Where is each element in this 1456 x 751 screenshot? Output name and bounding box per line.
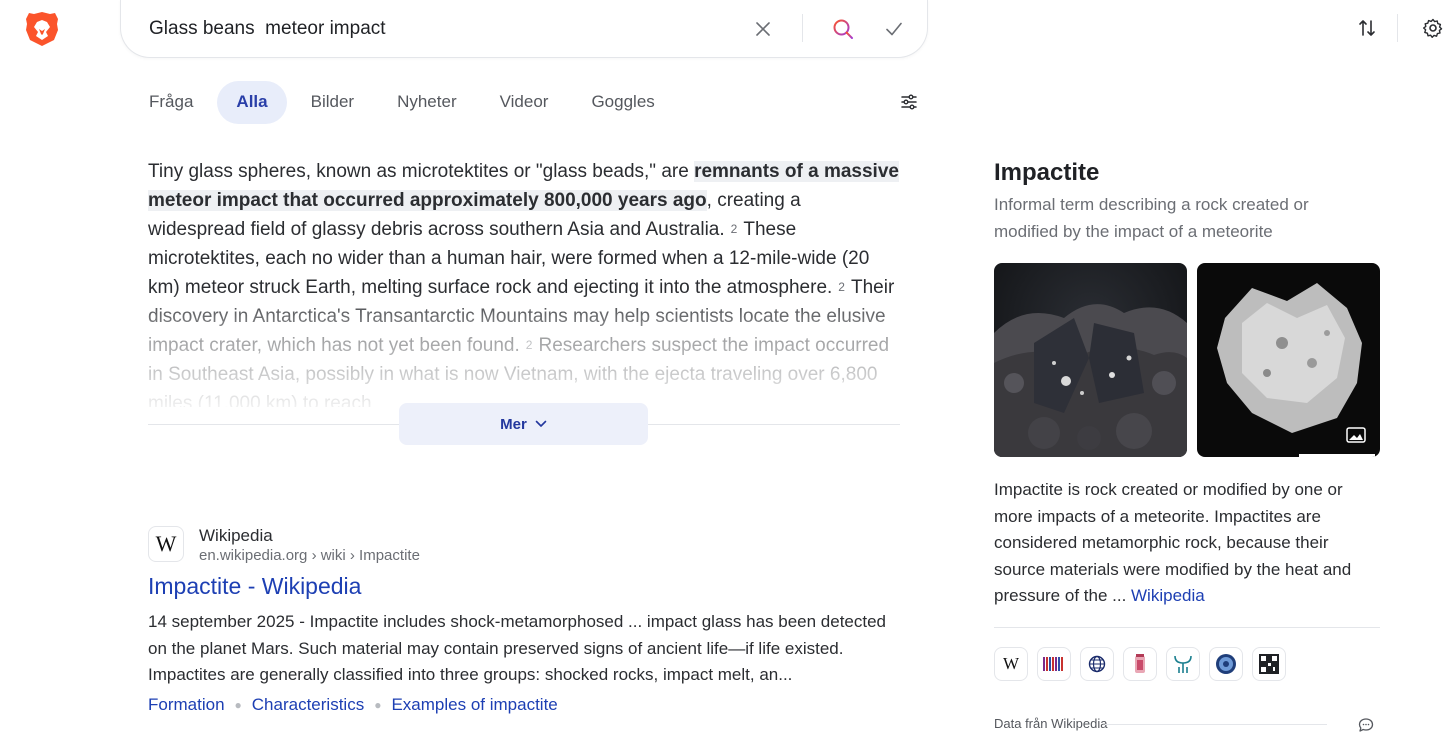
answer-intro: Tiny glass spheres, known as microtektit…	[148, 161, 695, 182]
result-snippet: 14 september 2025 - Impactite includes s…	[148, 612, 887, 684]
qr-code-icon	[1259, 654, 1279, 674]
gear-icon	[1423, 18, 1443, 38]
library-barcode-icon	[1043, 657, 1063, 671]
source-archive[interactable]	[1123, 647, 1157, 681]
tab-ask[interactable]: Fråga	[130, 81, 212, 124]
search-divider	[802, 14, 803, 42]
feedback-button[interactable]	[1357, 716, 1375, 734]
separator-dot: ●	[374, 698, 382, 712]
result-url[interactable]: en.wikipedia.org › wiki › Impactite	[199, 547, 420, 564]
globe-icon	[1088, 655, 1106, 673]
toolbar-divider	[1397, 14, 1398, 42]
result-title-link[interactable]: Impactite - Wikipedia	[148, 573, 361, 600]
source-wikipedia[interactable]: W	[994, 647, 1028, 681]
tab-images[interactable]: Bilder	[292, 81, 373, 124]
search-icon	[833, 19, 853, 39]
source-database[interactable]	[1209, 647, 1243, 681]
search-button[interactable]	[830, 16, 856, 42]
image-gallery-icon[interactable]	[1346, 427, 1366, 443]
wikipedia-link[interactable]: Wikipedia	[1131, 586, 1205, 605]
database-icon	[1216, 654, 1236, 674]
brave-lion-icon	[26, 12, 58, 46]
citation-ref[interactable]: 2	[520, 338, 539, 352]
deeplink-examples[interactable]: Examples of impactite	[391, 695, 557, 715]
chat-bubble-icon	[1358, 718, 1374, 732]
brave-logo[interactable]	[24, 10, 60, 48]
tab-all[interactable]: Alla	[217, 80, 287, 124]
settings-button[interactable]	[1421, 16, 1445, 40]
rock-photo	[994, 263, 1187, 457]
source-library[interactable]	[1037, 647, 1071, 681]
search-box	[120, 0, 928, 58]
sliders-icon	[901, 94, 917, 110]
archive-jar-icon	[1135, 654, 1145, 673]
profile-links: W	[994, 647, 1295, 681]
ai-answer: Tiny glass spheres, known as microtektit…	[148, 157, 900, 407]
sort-arrows-icon	[1359, 20, 1375, 36]
tab-news[interactable]: Nyheter	[378, 81, 476, 124]
search-tabs: Fråga Alla Bilder Nyheter Videor Goggles	[130, 80, 679, 124]
deeplink-characteristics[interactable]: Characteristics	[252, 695, 364, 715]
image-carousel-indicator	[1299, 454, 1375, 457]
knowledge-panel-description: Impactite is rock created or modified by…	[994, 477, 1379, 610]
answer-text: Tiny glass spheres, known as microtektit…	[148, 157, 900, 407]
close-icon	[756, 22, 770, 36]
source-qr[interactable]	[1252, 647, 1286, 681]
tab-goggles[interactable]: Goggles	[572, 81, 673, 124]
impactite-image-2[interactable]	[1197, 263, 1380, 457]
source-antenna[interactable]	[1166, 647, 1200, 681]
result-site-name[interactable]: Wikipedia	[199, 526, 273, 546]
impactite-image-1[interactable]	[994, 263, 1187, 457]
show-more-button[interactable]: Mer	[399, 403, 648, 445]
clear-search-button[interactable]	[750, 16, 776, 42]
tab-videos[interactable]: Videor	[481, 81, 568, 124]
search-input[interactable]	[149, 14, 729, 44]
wikipedia-favicon[interactable]: W	[148, 526, 184, 562]
citation-ref[interactable]: 2	[725, 222, 744, 236]
show-more-label: Mer	[500, 415, 527, 433]
result-deeplinks: Formation ● Characteristics ● Examples o…	[148, 695, 558, 715]
citation-ref[interactable]: 2	[832, 280, 851, 294]
antenna-icon	[1174, 655, 1192, 673]
check-icon	[886, 22, 902, 36]
source-web[interactable]	[1080, 647, 1114, 681]
knowledge-panel-title: Impactite	[994, 159, 1100, 186]
data-source-footer: Data från Wikipedia	[994, 716, 1108, 731]
submit-button[interactable]	[881, 16, 907, 42]
chevron-down-icon	[535, 420, 547, 427]
sort-toggle-button[interactable]	[1355, 16, 1379, 40]
separator-dot: ●	[234, 698, 242, 712]
deeplink-formation[interactable]: Formation	[148, 695, 225, 715]
knowledge-panel-subtitle: Informal term describing a rock created …	[994, 195, 1309, 241]
knowledge-panel-divider	[994, 627, 1380, 628]
wikipedia-icon: W	[1002, 654, 1020, 673]
footer-divider	[1105, 724, 1327, 725]
filters-button[interactable]	[897, 90, 921, 114]
